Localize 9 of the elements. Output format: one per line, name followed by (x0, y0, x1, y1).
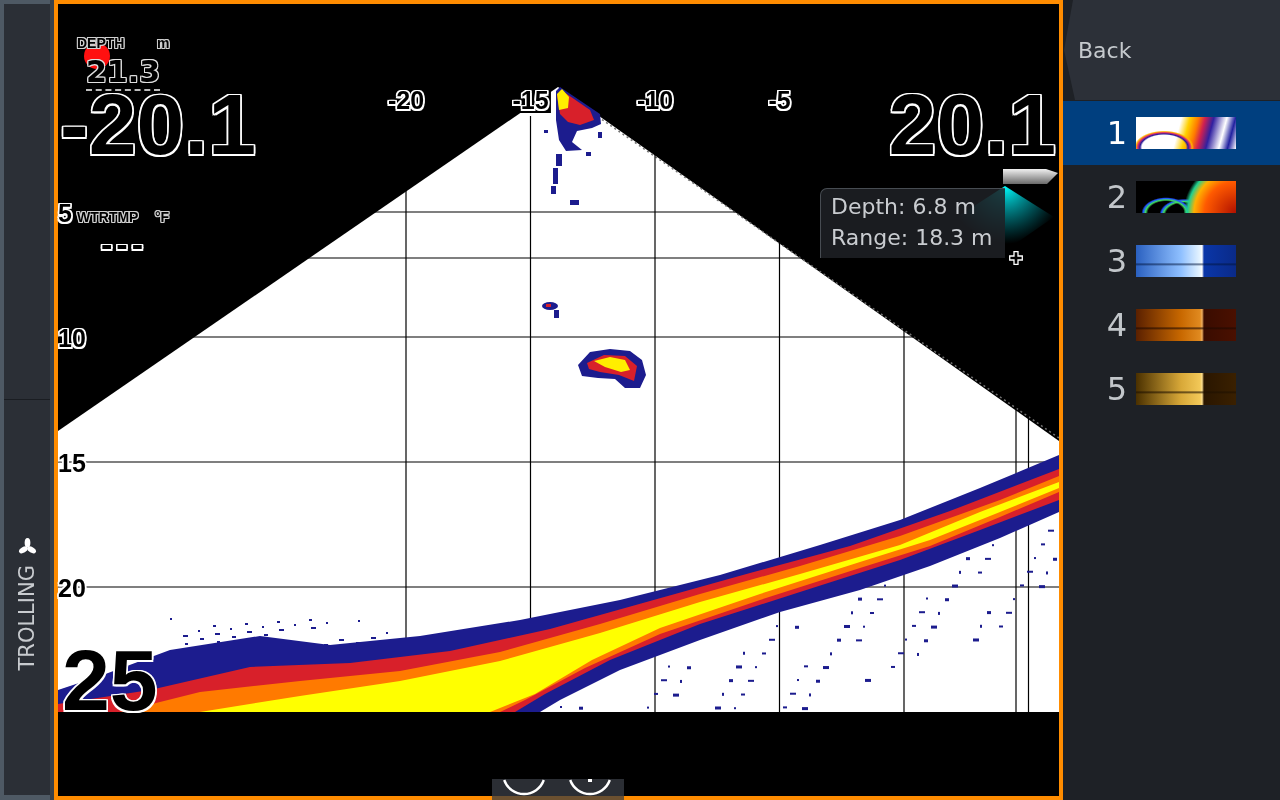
palette-item[interactable]: 1 (1063, 101, 1280, 165)
palette-item[interactable]: 4 (1063, 293, 1280, 357)
palette-item[interactable]: 5 (1063, 357, 1280, 421)
ring-icon[interactable] (569, 779, 611, 796)
palette-item[interactable]: 2 (1063, 165, 1280, 229)
palette-item[interactable]: 3 (1063, 229, 1280, 293)
ring-icon[interactable] (503, 779, 545, 796)
mode-button[interactable]: TROLLING (4, 400, 50, 795)
back-button[interactable]: Back (1063, 0, 1280, 100)
